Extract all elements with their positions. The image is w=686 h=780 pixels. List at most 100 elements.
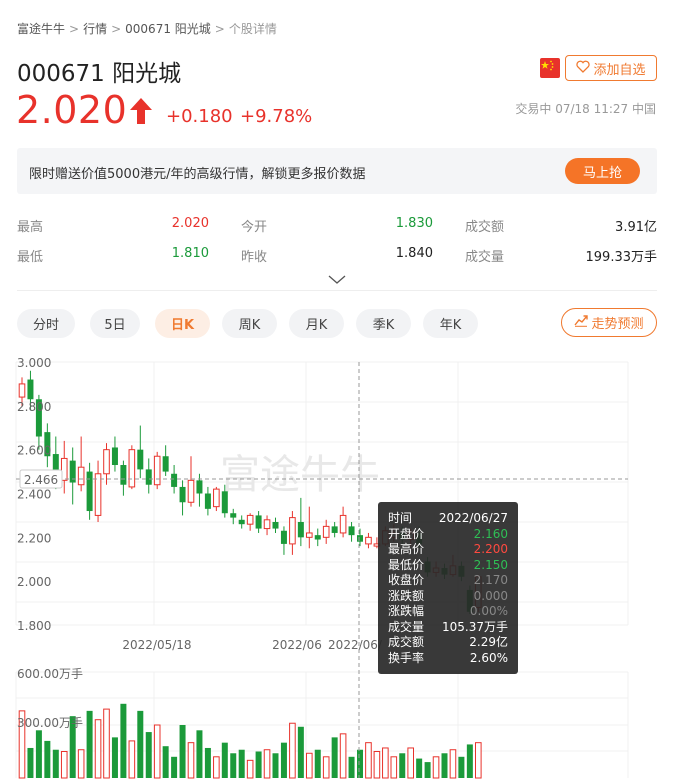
trend-forecast-button[interactable]: 走势预测 — [561, 308, 657, 337]
breadcrumb-market[interactable]: 行情 — [83, 22, 107, 36]
kline-chart[interactable]: 富途牛牛 3.000 2.800 2.600 2.400 2.200 2.000 1.800… — [0, 350, 686, 780]
candle-body — [153, 455, 161, 486]
volume-bar — [357, 749, 363, 778]
candle-body — [86, 471, 93, 512]
quote-value-open: 1.830 — [395, 216, 433, 231]
volume-bar — [145, 732, 152, 778]
tooltip-value: 2.170 — [473, 573, 508, 587]
volume-bar — [86, 710, 93, 778]
crosshair-price-label: 2.466 — [24, 473, 58, 487]
tooltip-row: 换手率 2.60% — [388, 651, 508, 667]
candle-body — [213, 488, 220, 508]
breadcrumb-home[interactable]: 富途牛牛 — [17, 22, 65, 36]
candle-body — [77, 466, 85, 486]
tab-daily-k[interactable]: 日K — [155, 309, 210, 338]
tab-yearly-k[interactable]: 年K — [423, 309, 478, 338]
quote-label-turnover: 成交额 — [465, 220, 505, 235]
tooltip-value: 2.160 — [473, 526, 508, 541]
tab-monthly-k[interactable]: 月K — [289, 309, 344, 338]
volume-bar — [60, 751, 68, 779]
price-change-pct: +9.78% — [240, 106, 313, 127]
volume-bar — [322, 756, 330, 779]
volume-bar — [103, 708, 110, 779]
y-tick-label: 3.000 — [17, 356, 51, 370]
tooltip-value: 2.29亿 — [469, 635, 508, 649]
tooltip-label: 最高价 — [388, 542, 425, 556]
china-flag-icon — [540, 58, 560, 78]
tooltip-label: 涨跌幅 — [388, 604, 425, 618]
volume-bar — [94, 719, 102, 779]
volume-bar — [280, 742, 287, 778]
volume-bar — [458, 756, 465, 778]
tooltip-label: 开盘价 — [388, 526, 425, 541]
volume-bar — [365, 742, 372, 779]
volume-bar — [111, 737, 118, 778]
breadcrumb: 富途牛牛 > 行情 >000671 阳光城 > 个股详情 — [17, 20, 277, 37]
candle-body — [272, 521, 279, 529]
quote-label-high: 最高 — [17, 220, 44, 235]
candle-body — [204, 493, 211, 509]
tab-weekly-k[interactable]: 周K — [222, 309, 277, 338]
candle-body — [171, 473, 178, 487]
volume-bar — [373, 751, 381, 779]
chevron-down-icon[interactable] — [328, 270, 346, 289]
candle-body — [357, 535, 363, 542]
tab-quarterly-k[interactable]: 季K — [356, 309, 411, 338]
x-tick-label: 2022/05/18 — [122, 638, 191, 652]
candle-body — [187, 479, 195, 503]
volume-bar — [77, 749, 85, 779]
candle-body — [94, 473, 102, 516]
candle-body — [263, 519, 271, 530]
tooltip-value: 2022/06/27 — [438, 511, 508, 525]
breadcrumb-current: 个股详情 — [228, 22, 277, 36]
volume-bar — [466, 744, 473, 778]
watermark: 富途牛牛 — [220, 452, 380, 498]
add-watchlist-label: 添加自选 — [593, 62, 646, 78]
volume-bar — [399, 753, 406, 778]
tooltip-value: 105.37万手 — [442, 619, 508, 634]
quote-label-open: 今开 — [241, 220, 268, 235]
add-watchlist-button[interactable]: 添加自选 — [565, 55, 657, 81]
candle-body — [246, 514, 254, 525]
tooltip-label: 涨跌额 — [388, 588, 425, 603]
volume-bar — [221, 742, 228, 778]
volume-top-label: 600.00万手 — [17, 667, 83, 681]
tooltip-label: 最低价 — [388, 557, 425, 572]
volume-bar — [196, 730, 203, 778]
volume-bars — [18, 703, 482, 779]
volume-bar — [306, 752, 313, 779]
candle-body — [111, 447, 118, 466]
tooltip-row: 涨跌幅 0.00% — [388, 604, 508, 620]
heart-icon — [576, 60, 591, 77]
volume-bar — [297, 726, 304, 778]
candle-body — [145, 469, 152, 485]
tooltip-value: 0.00% — [469, 604, 508, 618]
volume-bar — [390, 756, 398, 779]
candle-body — [314, 535, 321, 540]
tooltip-value: 0.000 — [473, 588, 508, 603]
trend-chart-icon — [574, 314, 589, 331]
tooltip-label: 换手率 — [388, 650, 425, 665]
candle-body — [365, 536, 372, 545]
volume-bar — [432, 756, 440, 779]
volume-bar — [407, 747, 414, 779]
tooltip-row: 最低价 2.150 — [388, 558, 508, 574]
candle-tooltip: 时间 2022/06/27 开盘价 2.160 最高价 2.200 最低价 2.150 收盘价 2… — [378, 502, 518, 674]
breadcrumb-stock[interactable]: 000671 阳光城 — [125, 22, 211, 36]
current-price: 2.020 — [16, 88, 128, 132]
tooltip-row: 成交量 105.37万手 — [388, 620, 508, 636]
volume-bar — [255, 751, 262, 778]
volume-bar — [263, 749, 271, 779]
volume-bar — [213, 756, 220, 779]
volume-bar — [416, 758, 423, 778]
promo-claim-button[interactable]: 马上抢 — [565, 158, 640, 184]
volume-bar — [171, 756, 178, 778]
tab-intraday[interactable]: 分时 — [17, 309, 75, 338]
candle-body — [27, 379, 34, 400]
volume-bar — [52, 749, 59, 778]
candle-body — [103, 449, 110, 475]
promo-text: 限时赠送价值5000港元/年的高级行情，解锁更多报价数据 — [29, 167, 366, 182]
breadcrumb-separator: > — [69, 22, 80, 36]
tab-5day[interactable]: 5日 — [90, 309, 140, 338]
x-tick-label: 2022/06/ — [328, 638, 383, 652]
